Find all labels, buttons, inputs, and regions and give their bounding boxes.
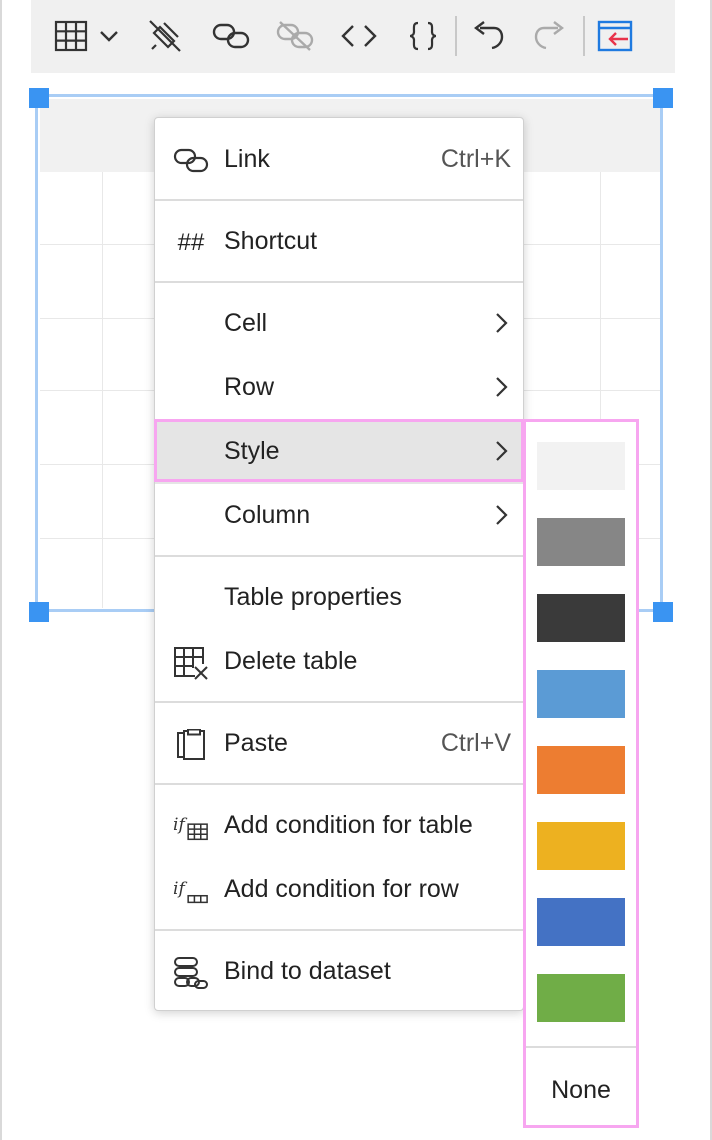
- style-swatch-orange[interactable]: [537, 746, 625, 794]
- menu-item-label: Row: [224, 373, 275, 401]
- menu-item-label: Link: [224, 145, 270, 173]
- menu-item-paste[interactable]: Paste Ctrl+V: [155, 712, 523, 776]
- menu-item-add-condition-table[interactable]: if Add condition for table: [155, 794, 523, 858]
- style-swatch-gold[interactable]: [537, 822, 625, 870]
- menu-item-label: Add condition for table: [224, 811, 473, 839]
- menu-item-table-properties[interactable]: Table properties: [155, 566, 523, 630]
- redo-icon[interactable]: [529, 14, 573, 58]
- menu-item-style[interactable]: Style: [155, 420, 523, 484]
- table-icon[interactable]: [49, 14, 93, 58]
- chevron-down-icon[interactable]: [89, 14, 129, 58]
- context-menu: Link Ctrl+K ## Shortcut Cell Row Style C…: [154, 117, 524, 1011]
- delete-table-icon: [173, 647, 209, 680]
- menu-item-delete-table[interactable]: Delete table: [155, 630, 523, 694]
- resize-handle-bottom-left[interactable]: [29, 602, 49, 622]
- resize-handle-top-left[interactable]: [29, 88, 49, 108]
- resize-handle-top-right[interactable]: [653, 88, 673, 108]
- menu-item-bind-dataset[interactable]: Bind to dataset: [155, 940, 523, 1004]
- menu-item-row[interactable]: Row: [155, 356, 523, 420]
- menu-divider: [155, 281, 523, 283]
- svg-text:if: if: [173, 815, 187, 835]
- style-none-button[interactable]: None: [526, 1062, 636, 1118]
- menu-divider: [155, 929, 523, 931]
- menu-item-label: Style: [224, 437, 280, 465]
- shortcut-text: Ctrl+V: [440, 729, 511, 757]
- condition-row-icon: if: [173, 876, 209, 906]
- menu-item-cell[interactable]: Cell: [155, 292, 523, 356]
- style-swatch-light-blue[interactable]: [537, 670, 625, 718]
- braces-icon[interactable]: [401, 14, 445, 58]
- toolbar-separator: [583, 16, 585, 56]
- chevron-right-icon: [495, 312, 509, 341]
- menu-item-label: Column: [224, 501, 311, 529]
- link-icon[interactable]: [209, 14, 253, 58]
- menu-item-label: Table properties: [224, 583, 402, 611]
- menu-divider: [526, 1046, 636, 1048]
- menu-item-shortcut[interactable]: ## Shortcut: [155, 210, 523, 274]
- menu-divider: [155, 555, 523, 557]
- style-submenu: None: [523, 419, 639, 1128]
- unlink-icon[interactable]: [273, 14, 317, 58]
- menu-divider: [155, 701, 523, 703]
- style-swatch-blue[interactable]: [537, 898, 625, 946]
- window-border-left: [0, 0, 2, 1140]
- menu-item-label: Cell: [224, 309, 268, 337]
- shortcut-text: Ctrl+K: [440, 145, 511, 173]
- condition-table-icon: if: [173, 812, 209, 842]
- toolbar: [31, 0, 675, 73]
- menu-item-add-condition-row[interactable]: if Add condition for row: [155, 858, 523, 922]
- menu-divider: [155, 783, 523, 785]
- code-icon[interactable]: [337, 14, 381, 58]
- menu-divider: [155, 199, 523, 201]
- clear-format-icon[interactable]: [143, 14, 187, 58]
- chevron-right-icon: [495, 376, 509, 405]
- database-icon: [173, 957, 209, 989]
- chevron-right-icon: [495, 504, 509, 533]
- menu-item-column[interactable]: Column: [155, 484, 523, 548]
- menu-item-label: Shortcut: [224, 227, 318, 255]
- undo-icon[interactable]: [465, 14, 509, 58]
- menu-item-label: Add condition for row: [224, 875, 459, 903]
- menu-item-label: Bind to dataset: [224, 957, 391, 985]
- style-swatch-gray[interactable]: [537, 518, 625, 566]
- style-swatch-light-gray[interactable]: [537, 442, 625, 490]
- menu-item-link[interactable]: Link Ctrl+K: [155, 128, 523, 192]
- style-swatch-dark[interactable]: [537, 594, 625, 642]
- resize-handle-bottom-right[interactable]: [653, 602, 673, 622]
- chevron-right-icon: [495, 440, 509, 469]
- hash-icon: ##: [177, 229, 205, 256]
- toolbar-separator: [455, 16, 457, 56]
- menu-item-label: Delete table: [224, 647, 358, 675]
- svg-text:if: if: [173, 879, 187, 899]
- link-icon: [173, 146, 209, 176]
- paste-icon: [173, 729, 209, 760]
- exit-icon[interactable]: [593, 14, 637, 58]
- menu-item-label: Paste: [224, 729, 288, 757]
- style-swatch-green[interactable]: [537, 974, 625, 1022]
